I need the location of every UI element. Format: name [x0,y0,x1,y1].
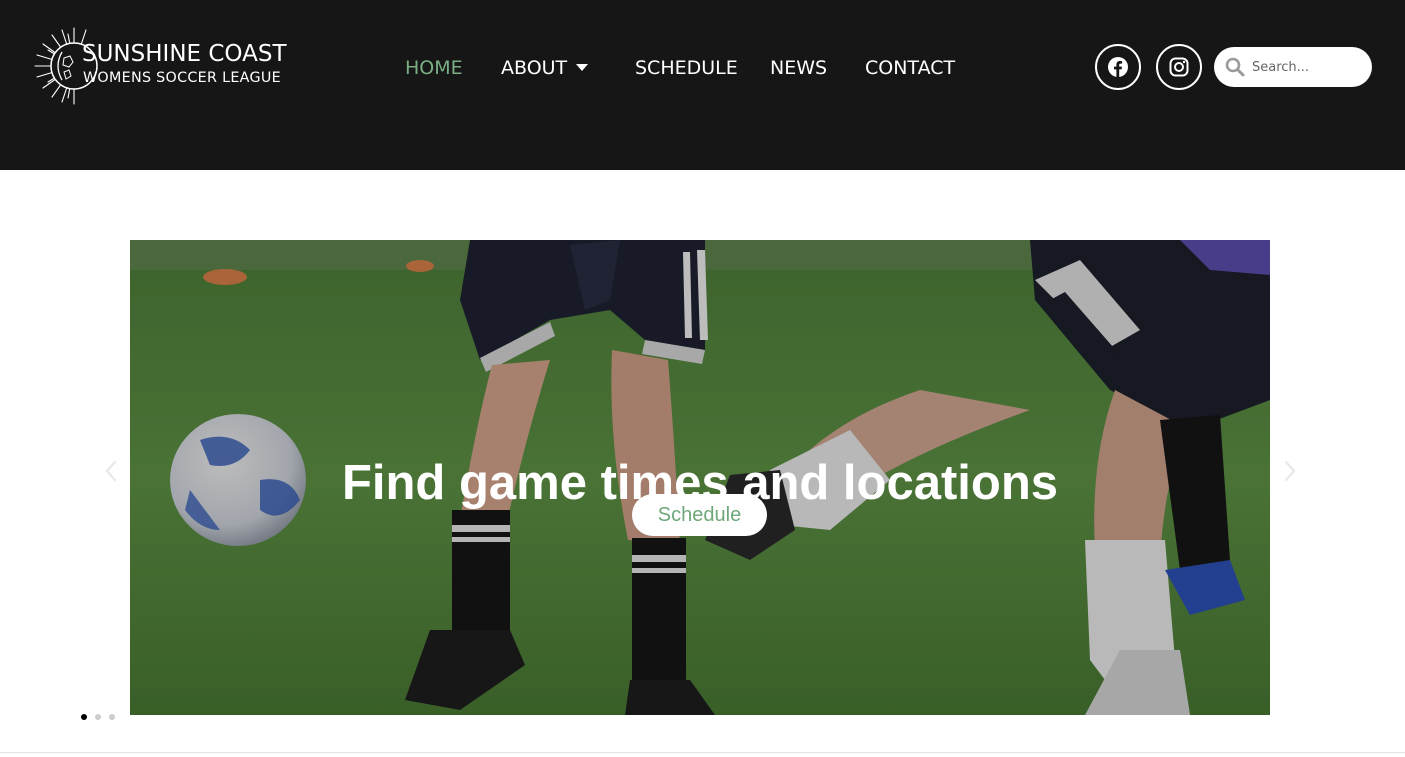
search-icon[interactable] [1225,57,1245,77]
hero-slider: Find game times and locations Schedule [130,240,1270,715]
chevron-left-icon [105,460,117,482]
site-logo[interactable]: SUNSHINE COAST WOMENS SOCCER LEAGUE [34,26,296,106]
nav-item-schedule[interactable]: SCHEDULE [635,56,738,80]
chevron-right-icon [1284,460,1296,482]
site-header: SUNSHINE COAST WOMENS SOCCER LEAGUE HOME… [0,0,1405,170]
nav-item-news[interactable]: NEWS [770,56,827,80]
nav-item-contact[interactable]: CONTACT [865,56,955,80]
section-divider [0,752,1405,753]
chevron-down-icon[interactable] [576,64,588,71]
nav-item-about[interactable]: ABOUT [501,56,567,80]
schedule-button[interactable]: Schedule [632,494,767,536]
instagram-link[interactable] [1156,44,1202,90]
slider-pagination [78,712,120,722]
search-input[interactable] [1252,55,1364,79]
search-box [1214,47,1372,87]
facebook-icon [1108,57,1128,77]
slider-dot-1[interactable] [81,714,87,720]
logo-subtitle: WOMENS SOCCER LEAGUE [83,70,281,86]
slider-dot-2[interactable] [95,714,101,720]
slider-dot-3[interactable] [109,714,115,720]
slider-prev-button[interactable] [96,455,126,487]
slider-next-button[interactable] [1275,455,1305,487]
nav-item-home[interactable]: HOME [405,56,463,80]
logo-title: SUNSHINE COAST [82,41,287,67]
facebook-link[interactable] [1095,44,1141,90]
instagram-icon [1169,57,1189,77]
